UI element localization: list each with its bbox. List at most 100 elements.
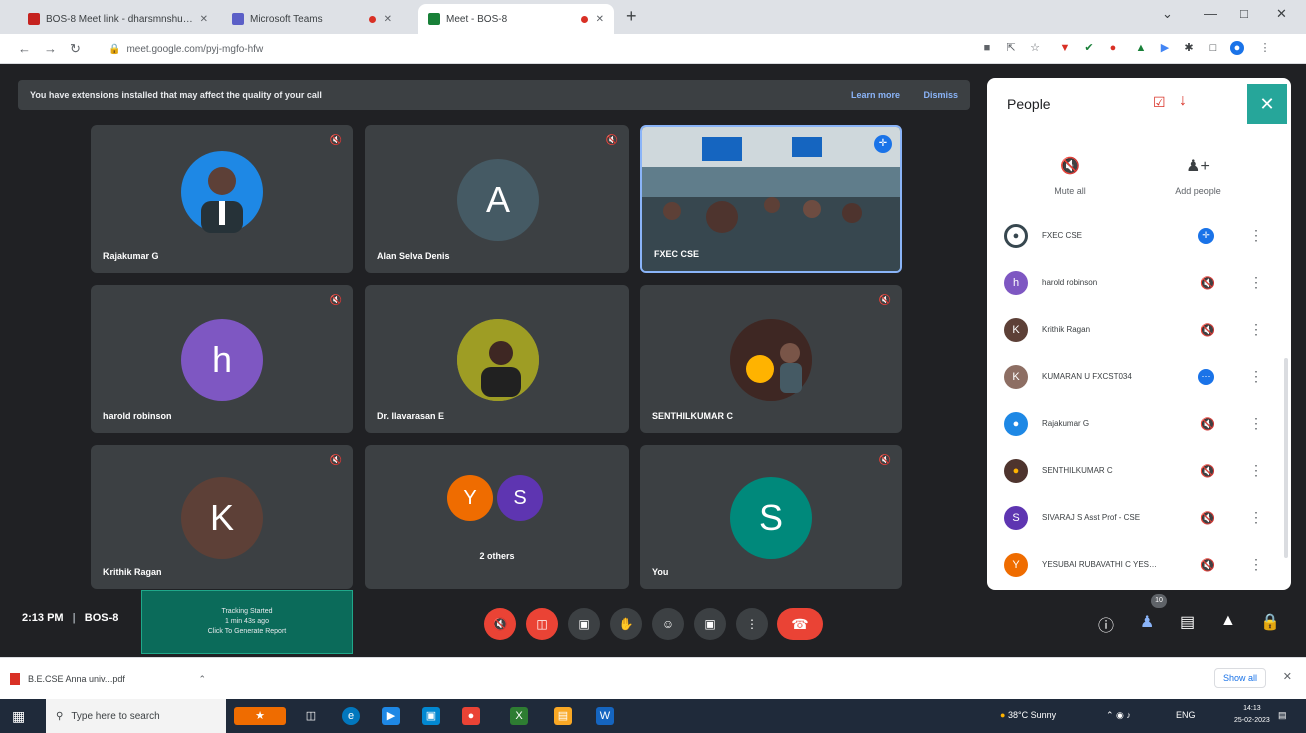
edge-icon[interactable]: e — [342, 707, 360, 725]
participant-tile[interactable]: K 🔇 Krithik Ragan — [91, 445, 353, 589]
taskbar-clock[interactable]: 14:13 25-02-2023 — [1234, 703, 1270, 727]
mic-off-icon: 🔇 — [1200, 416, 1215, 431]
host-controls-icon[interactable]: 🔒 — [1260, 612, 1280, 632]
participant-tile[interactable]: Dr. Ilavarasan E — [365, 285, 629, 433]
download-item[interactable]: B.E.CSE Anna univ...pdf ⌃ — [10, 666, 206, 692]
taskbar-search-box[interactable]: ⚲ Type here to search — [46, 699, 226, 733]
tracking-widget[interactable]: Tracking Started 1 min 43s ago Click To … — [141, 590, 353, 654]
participant-tile[interactable]: 🔇 SENTHILKUMAR C — [640, 285, 902, 433]
raise-hand-button[interactable]: ✋ — [610, 608, 642, 640]
participant-tile[interactable]: 🔇 Rajakumar G — [91, 125, 353, 273]
participant-tile-video[interactable]: ✛ FXEC CSE — [640, 125, 902, 273]
present-button[interactable]: ▣ — [694, 608, 726, 640]
more-vert-icon[interactable]: ⋮ — [1249, 321, 1263, 338]
list-item[interactable]: ● SENTHILKUMAR C 🔇 ⋮ — [987, 447, 1291, 494]
list-item[interactable]: K Krithik Ragan 🔇 ⋮ — [987, 306, 1291, 353]
learn-more-link[interactable]: Learn more — [851, 90, 900, 100]
new-tab-button[interactable]: + — [626, 6, 637, 27]
list-item[interactable]: ● FXEC CSE ✛ ⋮ — [987, 212, 1291, 259]
activities-icon[interactable]: ▲ — [1220, 612, 1236, 630]
pin-icon[interactable]: ✛ — [874, 135, 892, 153]
chat-icon[interactable]: ▤ — [1180, 612, 1195, 632]
store-icon[interactable]: ▣ — [422, 707, 440, 725]
more-options-button[interactable]: ⋮ — [736, 608, 768, 640]
media-player-icon[interactable]: ▶ — [382, 707, 400, 725]
mic-off-icon: 🔇 — [1200, 463, 1215, 478]
close-tab-icon[interactable]: ✕ — [384, 14, 392, 25]
share-icon[interactable]: ⇱ — [1004, 41, 1018, 55]
close-download-bar-icon[interactable]: ✕ — [1283, 670, 1292, 683]
meeting-details-icon[interactable]: ⓘ — [1098, 612, 1114, 636]
mic-toggle-button[interactable]: 🔇 — [484, 608, 516, 640]
extension-icon[interactable]: ▼ — [1058, 41, 1072, 55]
close-window-icon[interactable]: ✕ — [1276, 6, 1287, 22]
people-scrollbar[interactable] — [1284, 358, 1288, 558]
tab-search-icon[interactable]: ⌄ — [1162, 6, 1173, 22]
notifications-icon[interactable]: ▤ — [1278, 710, 1287, 721]
task-view-icon[interactable]: ◫ — [302, 707, 320, 725]
more-vert-icon[interactable]: ⋮ — [1249, 227, 1263, 244]
maximize-icon[interactable]: □ — [1240, 6, 1248, 21]
list-item[interactable]: h harold robinson 🔇 ⋮ — [987, 259, 1291, 306]
bookmark-star-icon[interactable]: ☆ — [1028, 41, 1042, 55]
list-item[interactable]: K KUMARAN U FXCST034 ⋯ ⋮ — [987, 353, 1291, 400]
self-tile[interactable]: S 🔇 You — [640, 445, 902, 589]
avatar: Y — [447, 475, 493, 521]
list-item[interactable]: Y YESUBAI RUBAVATHI C YES… 🔇 ⋮ — [987, 541, 1291, 588]
people-icon[interactable]: ♟ — [1140, 612, 1154, 632]
menu-icon[interactable]: ⋮ — [1258, 41, 1272, 55]
close-tab-icon[interactable]: ✕ — [200, 14, 208, 25]
tab-microsoft-teams[interactable]: Microsoft Teams ✕ — [222, 4, 402, 34]
url-field[interactable]: 🔒 meet.google.com/pyj-mgfo-hfw — [108, 39, 968, 59]
tab-bos8-meet-link[interactable]: BOS-8 Meet link - dharsmnshu… ✕ — [18, 4, 218, 34]
mute-all-button[interactable]: 🔇 Mute all — [1025, 156, 1115, 196]
file-explorer-icon[interactable]: ▤ — [554, 707, 572, 725]
minimize-icon[interactable]: — — [1204, 6, 1217, 21]
chevron-up-icon[interactable]: ⌃ — [198, 674, 206, 685]
more-vert-icon[interactable]: ⋮ — [1249, 509, 1263, 526]
search-highlight-icon[interactable]: ★ — [234, 707, 286, 725]
add-people-button[interactable]: ♟+ Add people — [1153, 156, 1243, 196]
close-panel-button[interactable]: ✕ — [1247, 84, 1287, 124]
input-language[interactable]: ENG — [1176, 710, 1196, 720]
more-vert-icon[interactable]: ⋮ — [1249, 415, 1263, 432]
participant-tile[interactable]: A 🔇 Alan Selva Denis — [365, 125, 629, 273]
windows-start-icon[interactable]: ▦ — [12, 708, 28, 724]
weather-widget[interactable]: ● 38°C Sunny — [1000, 710, 1056, 720]
participant-tile[interactable]: h 🔇 harold robinson — [91, 285, 353, 433]
dismiss-button[interactable]: Dismiss — [923, 90, 958, 100]
download-arrow-icon[interactable]: ↓ — [1179, 92, 1187, 110]
more-vert-icon[interactable]: ⋮ — [1249, 462, 1263, 479]
more-vert-icon[interactable]: ⋮ — [1249, 556, 1263, 573]
others-tile[interactable]: Y S 2 others — [365, 445, 629, 589]
profile-avatar[interactable]: ● — [1230, 41, 1244, 55]
excel-icon[interactable]: X — [510, 707, 528, 725]
close-tab-icon[interactable]: ✕ — [596, 14, 604, 25]
tab-meet-bos8[interactable]: Meet - BOS-8 ✕ — [418, 4, 614, 34]
forward-icon[interactable]: → — [44, 41, 57, 56]
captions-button[interactable]: ▣ — [568, 608, 600, 640]
system-tray-icons[interactable]: ⌃ ◉ ♪ — [1106, 710, 1131, 721]
attendance-extension-icon[interactable]: ☑ — [1153, 94, 1166, 111]
extension-icon[interactable]: ▲ — [1134, 41, 1148, 55]
word-icon[interactable]: W — [596, 707, 614, 725]
chrome-icon[interactable]: ● — [462, 707, 480, 725]
check-extension-icon[interactable]: ✔ — [1082, 41, 1096, 55]
person-photo-icon — [457, 319, 539, 401]
back-icon[interactable]: ← — [18, 41, 31, 56]
camera-toggle-button[interactable]: ◫ — [526, 608, 558, 640]
leave-call-button[interactable]: ☎ — [777, 608, 823, 640]
sidebar-icon[interactable]: □ — [1206, 41, 1220, 55]
list-item[interactable]: ● Rajakumar G 🔇 ⋮ — [987, 400, 1291, 447]
pin-icon[interactable]: ✛ — [1198, 227, 1214, 244]
camera-icon[interactable]: ■ — [980, 41, 994, 55]
extension-icon[interactable]: ▶ — [1158, 41, 1172, 55]
list-item[interactable]: S SIVARAJ S Asst Prof - CSE 🔇 ⋮ — [987, 494, 1291, 541]
more-vert-icon[interactable]: ⋮ — [1249, 274, 1263, 291]
more-vert-icon[interactable]: ⋮ — [1249, 368, 1263, 385]
show-all-button[interactable]: Show all — [1213, 668, 1266, 688]
shield-extension-icon[interactable]: ● — [1106, 41, 1120, 55]
reactions-button[interactable]: ☺ — [652, 608, 684, 640]
puzzle-icon[interactable]: ✱ — [1182, 41, 1196, 55]
reload-icon[interactable]: ↻ — [70, 41, 81, 57]
